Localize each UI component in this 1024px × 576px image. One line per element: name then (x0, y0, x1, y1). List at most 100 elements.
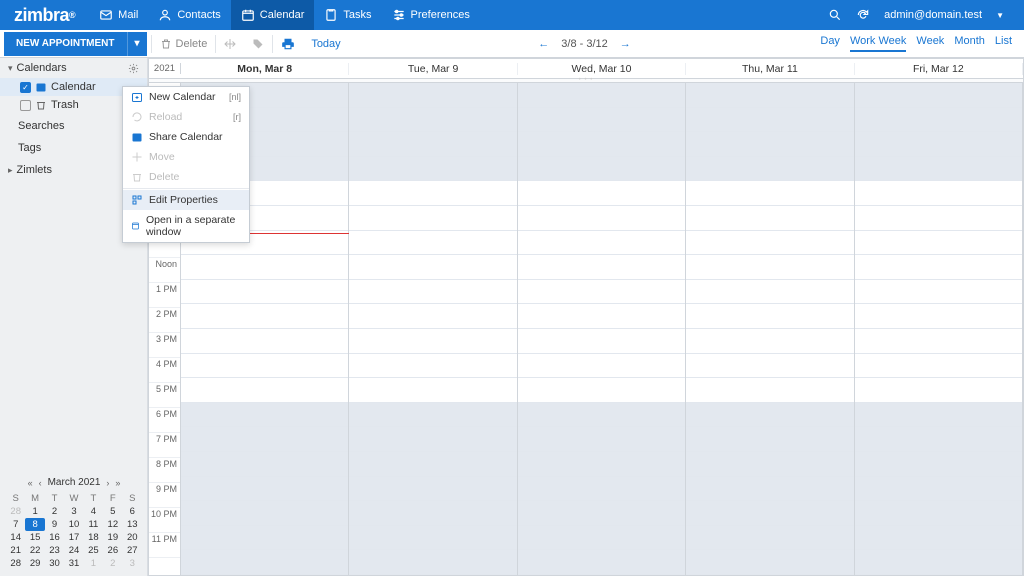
minical-next-year[interactable]: » (115, 478, 120, 488)
days-area[interactable] (181, 83, 1023, 575)
minical-next-month[interactable]: › (106, 478, 109, 488)
minical-day[interactable]: 30 (45, 557, 64, 570)
day-column[interactable] (855, 83, 1023, 575)
trash-icon (131, 171, 143, 183)
minical-day[interactable]: 1 (84, 557, 103, 570)
minical-day[interactable]: 19 (103, 531, 122, 544)
move-button[interactable] (216, 30, 244, 58)
user-dropdown-icon[interactable]: ▼ (996, 11, 1004, 20)
minical-day[interactable]: 7 (6, 518, 25, 531)
ctx-new-calendar[interactable]: New Calendar[nl] (123, 87, 249, 107)
time-label: 7 PM (149, 433, 180, 458)
trash-icon (35, 99, 47, 111)
minical-day[interactable]: 26 (103, 544, 122, 557)
search-icon[interactable] (828, 8, 842, 22)
minical-prev-year[interactable]: « (28, 478, 33, 488)
print-icon (281, 37, 295, 51)
chevron-down-icon: ▾ (8, 63, 13, 74)
minical-day[interactable]: 2 (103, 557, 122, 570)
minical-day[interactable]: 4 (84, 505, 103, 518)
minical-day[interactable]: 23 (45, 544, 64, 557)
minical-day[interactable]: 1 (25, 505, 44, 518)
day-col-2[interactable]: Wed, Mar 10 (518, 63, 686, 75)
time-label: 9 PM (149, 483, 180, 508)
nav-mail[interactable]: Mail (89, 0, 148, 30)
minical-day[interactable]: 24 (64, 544, 83, 557)
view-day[interactable]: Day (820, 35, 840, 52)
time-label: Noon (149, 258, 180, 283)
minical-day[interactable]: 21 (6, 544, 25, 557)
nav-contacts[interactable]: Contacts (148, 0, 230, 30)
minical-day[interactable]: 20 (123, 531, 142, 544)
edit-icon (131, 194, 143, 206)
nav-tasks[interactable]: Tasks (314, 0, 381, 30)
minical-day[interactable]: 8 (25, 518, 44, 531)
minical-day[interactable]: 5 (103, 505, 122, 518)
minical-day[interactable]: 10 (64, 518, 83, 531)
day-col-3[interactable]: Thu, Mar 11 (686, 63, 854, 75)
logo: zimbra® (0, 5, 89, 26)
minical-day[interactable]: 31 (64, 557, 83, 570)
minical-day[interactable]: 22 (25, 544, 44, 557)
ctx-edit-properties[interactable]: Edit Properties (123, 190, 249, 210)
minical-day[interactable]: 2 (45, 505, 64, 518)
tag-button[interactable] (244, 30, 272, 58)
day-col-0[interactable]: Mon, Mar 8 (181, 63, 349, 75)
view-month[interactable]: Month (954, 35, 985, 52)
view-week[interactable]: Week (916, 35, 944, 52)
day-column[interactable] (686, 83, 854, 575)
contacts-icon (158, 8, 172, 22)
minical-day[interactable]: 15 (25, 531, 44, 544)
today-button[interactable]: Today (303, 30, 348, 58)
delete-button[interactable]: Delete (152, 30, 216, 58)
minical-day[interactable]: 29 (25, 557, 44, 570)
date-range[interactable]: 3/8 - 3/12 (561, 38, 607, 50)
nav-calendar[interactable]: Calendar (231, 0, 315, 30)
day-col-1[interactable]: Tue, Mar 9 (349, 63, 517, 75)
new-appointment-button[interactable]: NEW APPOINTMENT ▾ (4, 32, 147, 56)
nav-preferences[interactable]: Preferences (382, 0, 480, 30)
minical-day[interactable]: 11 (84, 518, 103, 531)
view-work-week[interactable]: Work Week (850, 35, 906, 52)
day-col-4[interactable]: Fri, Mar 12 (855, 63, 1023, 75)
ctx-move: Move (123, 147, 249, 167)
minical-day[interactable]: 3 (123, 557, 142, 570)
print-button[interactable] (273, 30, 303, 58)
minical-day[interactable]: 27 (123, 544, 142, 557)
minical-day[interactable]: 12 (103, 518, 122, 531)
gear-icon[interactable] (128, 63, 139, 74)
time-label: 11 PM (149, 533, 180, 558)
year-label: 2021 (149, 63, 181, 74)
minical-day[interactable]: 9 (45, 518, 64, 531)
checkbox-icon[interactable]: ✓ (20, 82, 31, 93)
ctx-share[interactable]: Share Calendar (123, 127, 249, 147)
sidebar-calendars-head[interactable]: ▾ Calendars (0, 58, 147, 78)
minical-prev-month[interactable]: ‹ (39, 478, 42, 488)
prev-range-button[interactable]: ← (534, 38, 553, 50)
checkbox-icon[interactable] (20, 100, 31, 111)
minical-day[interactable]: 6 (123, 505, 142, 518)
reload-icon (131, 111, 143, 123)
new-calendar-icon (131, 91, 143, 103)
minical-day[interactable]: 16 (45, 531, 64, 544)
user-label[interactable]: admin@domain.test (884, 9, 982, 21)
minical-day[interactable]: 13 (123, 518, 142, 531)
minical-day[interactable]: 14 (6, 531, 25, 544)
refresh-icon[interactable] (856, 8, 870, 22)
minical-day[interactable]: 3 (64, 505, 83, 518)
minical-day[interactable]: 25 (84, 544, 103, 557)
minical-day[interactable]: 17 (64, 531, 83, 544)
chevron-down-icon[interactable]: ▾ (127, 32, 147, 56)
minical-day[interactable]: 28 (6, 505, 25, 518)
move-icon (131, 151, 143, 163)
minical-day[interactable]: 28 (6, 557, 25, 570)
context-menu: New Calendar[nl] Reload[r] Share Calenda… (122, 86, 250, 243)
minical-day[interactable]: 18 (84, 531, 103, 544)
calendar-icon (35, 81, 47, 93)
next-range-button[interactable]: → (616, 38, 635, 50)
tasks-icon (324, 8, 338, 22)
ctx-open-window[interactable]: Open in a separate window (123, 210, 249, 242)
view-list[interactable]: List (995, 35, 1012, 52)
day-column[interactable] (349, 83, 517, 575)
day-column[interactable] (518, 83, 686, 575)
